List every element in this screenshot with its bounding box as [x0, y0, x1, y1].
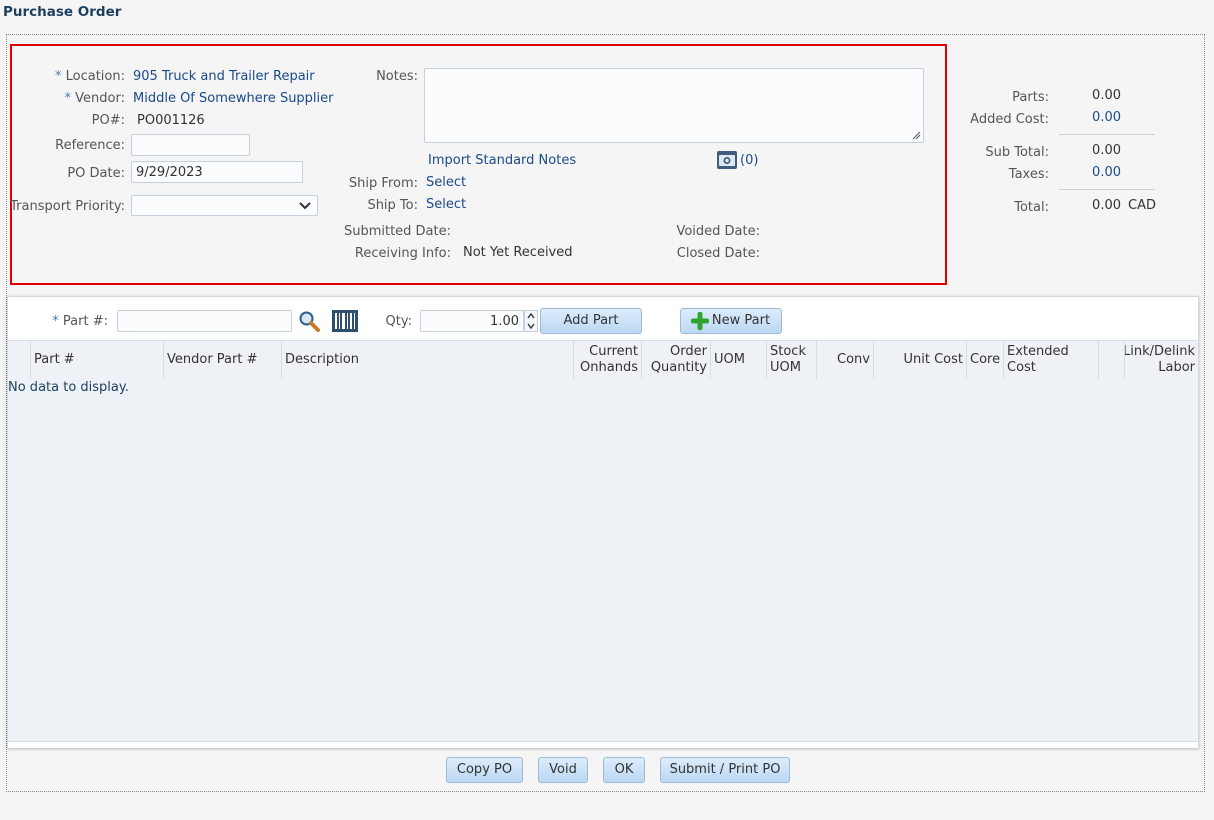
- plus-icon: [691, 312, 709, 330]
- column-header-part[interactable]: Part #: [30, 341, 163, 379]
- column-header-uom[interactable]: UOM: [710, 341, 766, 379]
- ship-to-label: Ship To:: [367, 198, 418, 213]
- transport-priority-select[interactable]: [131, 195, 318, 216]
- column-header-extended-cost[interactable]: Extended Cost: [1003, 341, 1098, 379]
- added-cost-label: Added Cost:: [970, 112, 1049, 127]
- vendor-link[interactable]: Middle Of Somewhere Supplier: [133, 91, 334, 106]
- column-header-description[interactable]: Description: [281, 341, 573, 379]
- receiving-info-value: Not Yet Received: [463, 245, 573, 260]
- add-part-button[interactable]: Add Part: [540, 308, 642, 334]
- attachment-count[interactable]: (0): [740, 153, 758, 168]
- sub-total-label: Sub Total:: [985, 145, 1049, 160]
- notes-label: Notes:: [376, 69, 418, 84]
- submit-print-po-button[interactable]: Submit / Print PO: [660, 757, 790, 783]
- ship-from-label: Ship From:: [348, 176, 418, 191]
- grand-total-value: 0.00: [1092, 198, 1121, 213]
- qty-stepper[interactable]: [524, 310, 538, 332]
- grand-total-label: Total:: [1014, 200, 1049, 215]
- import-standard-notes-link[interactable]: Import Standard Notes: [428, 153, 576, 168]
- currency-label: CAD: [1128, 198, 1156, 213]
- page-title: Purchase Order: [3, 4, 122, 20]
- taxes-label: Taxes:: [1008, 167, 1049, 182]
- transport-priority-label: Transport Priority:: [10, 199, 125, 214]
- grid-body: No data to display.: [8, 379, 1198, 741]
- ship-from-select-link[interactable]: Select: [426, 175, 466, 190]
- void-button[interactable]: Void: [538, 757, 588, 783]
- chevron-down-icon: [299, 202, 311, 210]
- receiving-info-label: Receiving Info:: [354, 246, 451, 261]
- grid-footer: [8, 741, 1198, 748]
- part-number-input[interactable]: [117, 310, 292, 332]
- po-date-input[interactable]: [131, 161, 303, 183]
- stepper-down-icon[interactable]: [527, 323, 535, 329]
- new-part-label: New Part: [711, 313, 771, 328]
- search-icon[interactable]: [298, 310, 320, 332]
- voided-date-label: Voided Date:: [676, 224, 760, 239]
- barcode-icon[interactable]: [332, 310, 358, 332]
- qty-label: Qty:: [385, 314, 412, 329]
- column-header-unit-cost[interactable]: Unit Cost: [873, 341, 966, 379]
- po-number-value: PO001126: [137, 113, 205, 128]
- totals-divider-2: [1059, 189, 1155, 190]
- part-number-label: * Part #:: [52, 314, 108, 329]
- submitted-date-label: Submitted Date:: [343, 224, 451, 239]
- grid-header: Part # Vendor Part # Description Current…: [8, 340, 1198, 380]
- reference-label: Reference:: [55, 138, 125, 153]
- grid-empty-text: No data to display.: [8, 380, 129, 395]
- column-header-link-delink-labor[interactable]: Link/Delink Labor: [1124, 341, 1198, 379]
- closed-date-label: Closed Date:: [676, 246, 760, 261]
- ship-to-select-link[interactable]: Select: [426, 197, 466, 212]
- parts-total-value: 0.00: [1092, 88, 1121, 103]
- ok-button[interactable]: OK: [603, 757, 645, 783]
- parts-total-label: Parts:: [1012, 90, 1049, 105]
- column-header-select: [8, 341, 30, 379]
- po-number-label: PO#:: [91, 113, 125, 128]
- column-header-core[interactable]: Core: [966, 341, 1003, 379]
- location-label: * Location:: [54, 69, 125, 84]
- column-header-order-quantity[interactable]: Order Quantity: [641, 341, 710, 379]
- notes-field[interactable]: [424, 68, 924, 143]
- column-header-stock-uom[interactable]: Stock UOM: [766, 341, 816, 379]
- totals-divider: [1059, 134, 1155, 135]
- qty-input[interactable]: [420, 310, 524, 332]
- new-part-button[interactable]: New Part: [680, 308, 782, 334]
- column-header-vendor-part[interactable]: Vendor Part #: [163, 341, 281, 379]
- po-date-label: PO Date:: [67, 166, 125, 181]
- taxes-link[interactable]: 0.00: [1092, 165, 1121, 180]
- reference-input[interactable]: [131, 134, 250, 156]
- column-header-current-onhands[interactable]: Current Onhands: [573, 341, 641, 379]
- resize-handle-icon[interactable]: [912, 131, 921, 140]
- stepper-up-icon[interactable]: [527, 313, 535, 319]
- sub-total-value: 0.00: [1092, 143, 1121, 158]
- copy-po-button[interactable]: Copy PO: [446, 757, 523, 783]
- location-link[interactable]: 905 Truck and Trailer Repair: [133, 69, 315, 84]
- camera-icon[interactable]: [717, 151, 737, 169]
- added-cost-link[interactable]: 0.00: [1092, 110, 1121, 125]
- column-header-spacer: [1098, 341, 1124, 379]
- notes-textarea[interactable]: [424, 68, 924, 143]
- vendor-label: * Vendor:: [64, 91, 125, 106]
- column-header-conv[interactable]: Conv: [816, 341, 873, 379]
